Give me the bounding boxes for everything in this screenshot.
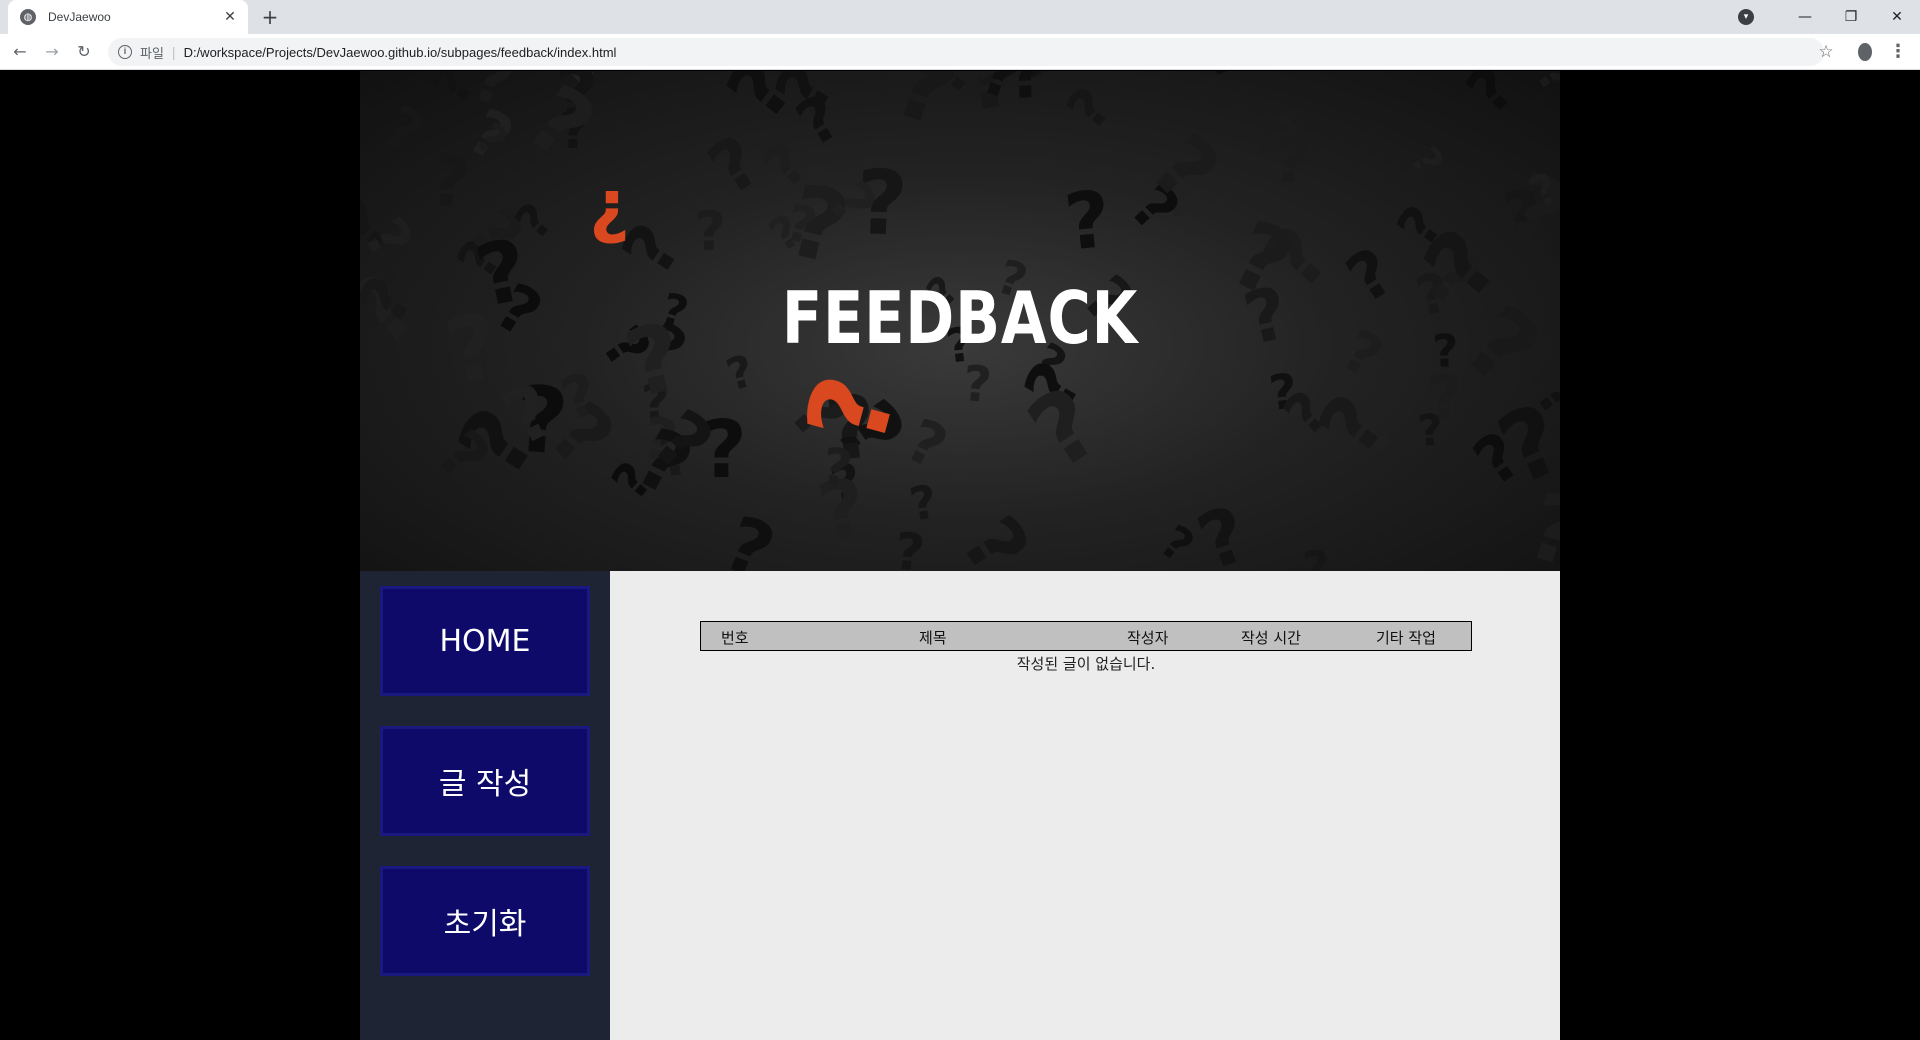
question-mark-shape: ? [1129, 71, 1171, 84]
question-mark-shape: ? [1006, 71, 1048, 115]
address-bar[interactable]: i 파일 | D:/workspace/Projects/DevJaewoo.g… [108, 38, 1824, 66]
column-time: 작성 시간 [1241, 629, 1301, 647]
minimize-button[interactable]: — [1782, 0, 1828, 34]
question-mark-shape: ? [1191, 71, 1244, 90]
bookmark-star-icon[interactable]: ☆ [1814, 40, 1838, 64]
column-title: 제목 [919, 629, 947, 647]
browser-toolbar: ← → ↻ i 파일 | D:/workspace/Projects/DevJa… [0, 34, 1920, 70]
account-icon[interactable] [1853, 40, 1877, 64]
close-tab-icon[interactable]: ✕ [222, 9, 238, 25]
question-mark-shape: ? [1061, 175, 1115, 269]
close-window-button[interactable]: ✕ [1874, 0, 1920, 34]
globe-icon: ◍ [20, 9, 36, 25]
more-menu-icon[interactable]: ⋮ [1886, 40, 1910, 64]
question-mark-shape: ? [694, 199, 726, 263]
question-mark-shape: ? [1425, 362, 1465, 435]
column-author: 작성자 [1127, 629, 1169, 647]
window-controls: ▾ — ❐ ✕ [1738, 0, 1920, 34]
page-container: ????????????????????????????????????????… [360, 71, 1560, 1040]
tab-title: DevJaewoo [48, 10, 111, 24]
info-icon[interactable]: i [118, 45, 132, 59]
home-button[interactable]: HOME [380, 586, 590, 696]
column-actions: 기타 작업 [1376, 629, 1436, 647]
question-mark-shape: ? [1055, 75, 1124, 141]
forward-arrow-icon[interactable]: → [40, 40, 64, 64]
tab-search-icon[interactable]: ▾ [1738, 9, 1754, 25]
question-mark-shape: ? [370, 92, 436, 170]
content-area: 번호 제목 작성자 작성 시간 기타 작업 작성된 글이 없습니다. [610, 571, 1560, 1040]
orange-question-mark: ? [589, 174, 630, 256]
question-mark-shape: ? [1454, 71, 1528, 128]
hero-banner: ????????????????????????????????????????… [360, 71, 1560, 571]
question-mark-shape: ? [1526, 71, 1560, 102]
question-mark-shape: ? [942, 501, 1046, 571]
separator: | [171, 44, 176, 60]
tab-strip: ◍ DevJaewoo ✕ + ▾ — ❐ ✕ [0, 0, 1920, 34]
column-number: 번호 [721, 629, 749, 647]
url-text[interactable]: D:/workspace/Projects/DevJaewoo.github.i… [184, 45, 617, 60]
question-mark-shape: ? [961, 355, 993, 414]
sidebar: HOME 글 작성 초기화 [360, 571, 610, 1040]
back-arrow-icon[interactable]: ← [8, 40, 32, 64]
question-mark-shape: ? [1400, 139, 1451, 183]
empty-message: 작성된 글이 없습니다. [1016, 655, 1156, 673]
reload-icon[interactable]: ↻ [72, 40, 96, 64]
page-body: ????????????????????????????????????????… [0, 71, 1920, 1040]
question-mark-shape: ? [1270, 124, 1314, 199]
restore-button[interactable]: ❐ [1828, 0, 1874, 34]
write-post-button[interactable]: 글 작성 [380, 726, 590, 836]
browser-tab[interactable]: ◍ DevJaewoo ✕ [8, 0, 248, 34]
new-tab-button[interactable]: + [258, 6, 282, 28]
reset-button[interactable]: 초기화 [380, 866, 590, 976]
table-header: 번호 제목 작성자 작성 시간 기타 작업 [700, 621, 1472, 651]
scheme-label: 파일 [140, 45, 164, 61]
feedback-table: 번호 제목 작성자 작성 시간 기타 작업 작성된 글이 없습니다. [700, 621, 1472, 674]
question-mark-shape: ? [1300, 540, 1334, 571]
question-mark-shape: ? [712, 498, 786, 571]
page-title: FEEDBACK [781, 276, 1139, 360]
question-mark-shape: ? [427, 140, 472, 224]
